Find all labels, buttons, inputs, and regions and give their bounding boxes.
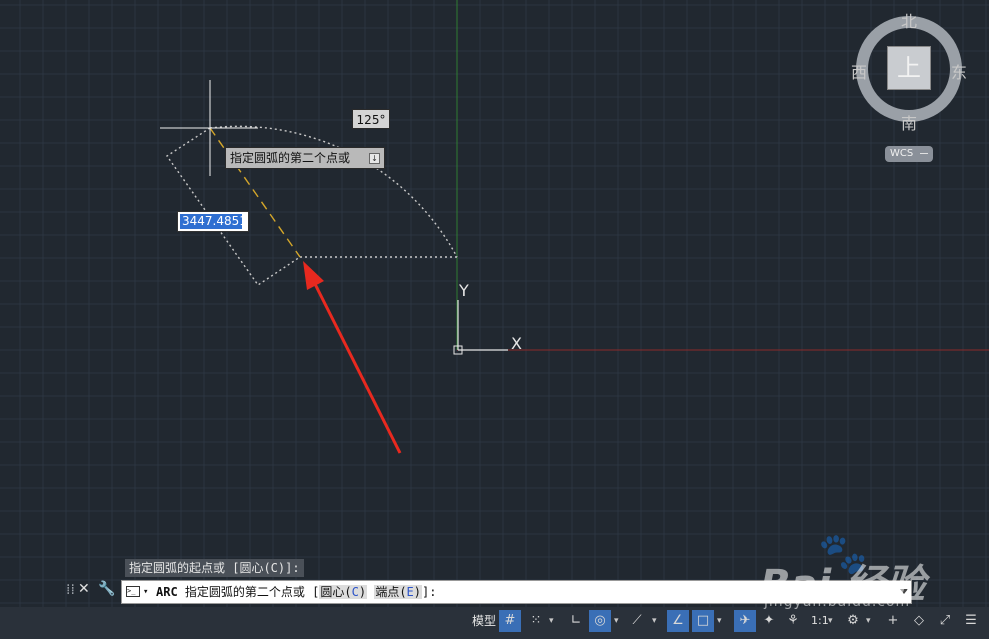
wcs-dropdown-icon	[920, 153, 928, 154]
command-prompt: 指定圆弧的第二个点或 [	[184, 585, 320, 599]
command-name: ARC	[156, 585, 178, 599]
object-snap-tracking-icon[interactable]: ∠	[667, 610, 689, 632]
snap-mode-icon[interactable]: ⁙	[525, 610, 547, 632]
wrench-icon[interactable]: 🔧	[98, 581, 115, 597]
menu-icon[interactable]: ☰	[960, 610, 982, 632]
compass-east[interactable]: 东	[951, 59, 967, 83]
viewcube-top-face[interactable]: 上	[887, 46, 931, 90]
compass-south[interactable]: 南	[901, 110, 917, 134]
fullscreen-icon[interactable]: ⤢	[934, 610, 956, 632]
option-endpoint[interactable]: 端点(E)	[374, 585, 423, 599]
ucs-y-label: Y	[458, 281, 469, 300]
drawing-canvas[interactable]: Y X	[0, 0, 989, 607]
command-line[interactable]: >_ ▾ ARC 指定圆弧的第二个点或 [圆心(C) 端点(E)]:	[121, 580, 912, 604]
command-text: ARC 指定圆弧的第二个点或 [圆心(C) 端点(E)]:	[156, 581, 436, 603]
command-line-tools: ⁞⁞ ✕ 🔧	[64, 580, 120, 604]
isodraft-icon[interactable]: ⟋	[626, 610, 648, 632]
terminal-icon[interactable]: >_	[126, 586, 140, 597]
gear-icon[interactable]: ⚙	[842, 610, 864, 632]
command-scroll-icon[interactable]	[900, 589, 908, 594]
snap-dropdown-icon[interactable]: ▾	[549, 611, 554, 631]
object-snap-icon[interactable]: □	[692, 610, 714, 632]
ucs-icon: Y X	[453, 281, 522, 355]
arc-preview	[209, 125, 458, 258]
compass-west[interactable]: 西	[851, 59, 867, 83]
annotation-visibility-icon[interactable]: ✦	[758, 610, 780, 632]
object-snap-dropdown-icon[interactable]: ▾	[717, 611, 722, 631]
dynamic-input-value: 3447.4851	[180, 214, 247, 229]
command-history-line: 指定圆弧的起点或 [圆心(C)]:	[125, 559, 304, 577]
prompt-tooltip-text: 指定圆弧的第二个点或	[230, 151, 351, 165]
polar-tracking-icon[interactable]: ◎	[589, 610, 611, 632]
prompt-tooltip: 指定圆弧的第二个点或 ↓	[225, 147, 385, 169]
ucs-x-label: X	[511, 334, 522, 353]
recent-commands-dropdown-icon[interactable]: ▾	[143, 581, 148, 603]
annotation-scale-icon[interactable]: ✈	[734, 610, 756, 632]
command-suffix: ]:	[422, 585, 437, 599]
isodraft-dropdown-icon[interactable]: ▾	[652, 611, 657, 631]
plus-icon[interactable]: +	[882, 610, 904, 632]
quick-properties-icon[interactable]: ◇	[908, 610, 930, 632]
scale-dropdown-icon[interactable]: ▾	[828, 611, 833, 631]
grid-toggle-icon[interactable]: #	[499, 610, 521, 632]
download-arrow-icon[interactable]: ↓	[369, 153, 380, 164]
option-center[interactable]: 圆心(C)	[319, 585, 368, 599]
wcs-label: WCS	[890, 148, 914, 159]
angle-tooltip: 125°	[352, 109, 390, 129]
compass-north[interactable]: 北	[901, 8, 917, 32]
auto-scale-icon[interactable]: ⚘	[782, 610, 804, 632]
wcs-menu[interactable]: WCS	[885, 146, 933, 162]
close-icon[interactable]: ✕	[78, 581, 90, 597]
annotation-scale-value[interactable]: 1:1	[811, 611, 829, 631]
settings-dropdown-icon[interactable]: ▾	[866, 611, 871, 631]
autocad-window: Y X 125° 指定圆弧的第二个点或 ↓ 3447.4851 上 北 南 东 …	[0, 0, 989, 639]
polar-dropdown-icon[interactable]: ▾	[614, 611, 619, 631]
model-tab[interactable]: 模型	[470, 611, 498, 631]
grip-handle-icon[interactable]: ⁞⁞	[66, 582, 75, 598]
dynamic-input-field[interactable]: 3447.4851	[177, 211, 249, 232]
annotation-arrow	[303, 261, 402, 454]
ortho-mode-icon[interactable]: ∟	[565, 610, 587, 632]
grid	[0, 0, 989, 607]
